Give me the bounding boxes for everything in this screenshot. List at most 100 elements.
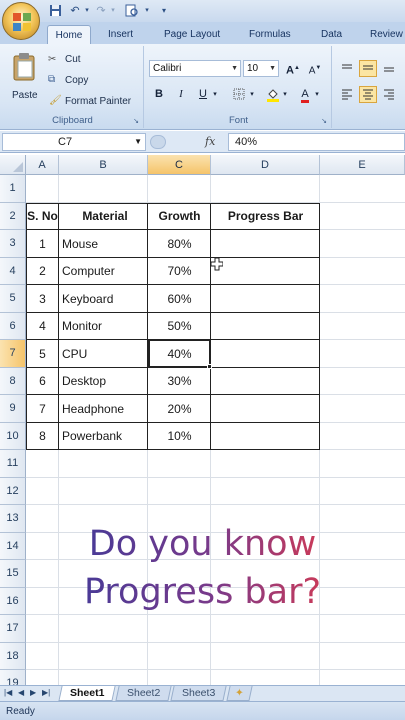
table-cell-material[interactable]: Monitor: [59, 313, 148, 341]
italic-button[interactable]: I: [172, 86, 190, 103]
row-header-12[interactable]: 12: [0, 477, 26, 505]
align-top-button[interactable]: [338, 60, 356, 77]
table-cell-progress-bar[interactable]: [211, 423, 320, 451]
table-cell-sno[interactable]: 1: [26, 230, 59, 258]
row-header-8[interactable]: 8: [0, 367, 26, 395]
tab-formulas[interactable]: Formulas: [243, 25, 297, 44]
column-header-d[interactable]: D: [211, 155, 320, 175]
row-header-9[interactable]: 9: [0, 395, 26, 423]
row-header-10[interactable]: 10: [0, 422, 26, 450]
first-sheet-icon[interactable]: |◀: [4, 688, 12, 697]
table-cell-progress-bar[interactable]: [211, 395, 320, 423]
column-header-c[interactable]: C: [148, 155, 211, 175]
borders-dropdown[interactable]: ▾: [247, 86, 257, 103]
sheet-tab-sheet3[interactable]: Sheet3: [170, 686, 227, 701]
row-header-17[interactable]: 17: [0, 615, 26, 643]
align-left-button[interactable]: [338, 86, 356, 103]
grow-font-button[interactable]: A▲: [284, 60, 302, 77]
table-cell-sno[interactable]: 2: [26, 258, 59, 286]
save-icon[interactable]: [48, 4, 62, 18]
tab-review[interactable]: Review: [364, 25, 405, 44]
table-header-material[interactable]: Material: [59, 203, 148, 231]
name-box[interactable]: C7 ▼: [2, 133, 146, 151]
table-cell-growth[interactable]: 70%: [148, 258, 211, 286]
formula-input[interactable]: 40%: [228, 133, 405, 151]
table-cell-material[interactable]: Mouse: [59, 230, 148, 258]
table-cell-growth[interactable]: 10%: [148, 423, 211, 451]
table-cell-material[interactable]: Headphone: [59, 395, 148, 423]
align-middle-button[interactable]: [359, 60, 377, 77]
tab-home[interactable]: Home: [47, 25, 91, 44]
sheet-tab-sheet1[interactable]: Sheet1: [58, 686, 117, 701]
table-cell-progress-bar[interactable]: [211, 313, 320, 341]
table-cell-progress-bar[interactable]: [211, 340, 320, 368]
table-cell-sno[interactable]: 3: [26, 285, 59, 313]
bold-button[interactable]: B: [150, 86, 168, 103]
undo-dropdown-icon[interactable]: ▾: [80, 4, 94, 18]
table-cell-progress-bar[interactable]: [211, 230, 320, 258]
clipboard-dialog-launcher-icon[interactable]: ↘: [133, 117, 139, 125]
table-header-progress-bar[interactable]: Progress Bar: [211, 203, 320, 231]
fill-color-dropdown[interactable]: ▾: [280, 86, 290, 103]
paste-button[interactable]: Paste: [8, 50, 40, 110]
redo-dropdown-icon[interactable]: ▾: [106, 4, 120, 18]
align-right-button[interactable]: [380, 86, 398, 103]
table-cell-progress-bar[interactable]: [211, 368, 320, 396]
table-cell-growth[interactable]: 30%: [148, 368, 211, 396]
insert-function-icon[interactable]: fx: [205, 135, 215, 148]
tab-insert[interactable]: Insert: [102, 25, 139, 44]
table-cell-material[interactable]: Desktop: [59, 368, 148, 396]
table-cell-material[interactable]: CPU: [59, 340, 148, 368]
row-header-5[interactable]: 5: [0, 285, 26, 313]
cut-button[interactable]: ✂ Cut: [48, 54, 128, 68]
row-header-7[interactable]: 7: [0, 340, 26, 368]
print-preview-dropdown-icon[interactable]: ▾: [140, 4, 154, 18]
font-size-select[interactable]: 10 ▼: [243, 60, 279, 77]
underline-dropdown[interactable]: ▾: [210, 86, 220, 103]
row-header-18[interactable]: 18: [0, 642, 26, 670]
align-center-button[interactable]: [359, 86, 377, 103]
next-sheet-icon[interactable]: ▶: [30, 688, 36, 697]
fill-handle[interactable]: [207, 364, 212, 369]
table-cell-sno[interactable]: 7: [26, 395, 59, 423]
align-bottom-button[interactable]: [380, 60, 398, 77]
insert-sheet-button[interactable]: ✦: [226, 686, 253, 701]
row-header-4[interactable]: 4: [0, 257, 26, 285]
table-cell-progress-bar[interactable]: [211, 285, 320, 313]
row-header-2[interactable]: 2: [0, 202, 26, 230]
row-header-1[interactable]: 1: [0, 175, 26, 203]
table-cell-sno[interactable]: 6: [26, 368, 59, 396]
table-cell-growth[interactable]: 60%: [148, 285, 211, 313]
row-header-3[interactable]: 3: [0, 230, 26, 258]
column-header-b[interactable]: B: [59, 155, 148, 175]
last-sheet-icon[interactable]: ▶|: [42, 688, 50, 697]
office-button[interactable]: [2, 2, 40, 40]
tab-data[interactable]: Data: [315, 25, 348, 44]
table-cell-material[interactable]: Powerbank: [59, 423, 148, 451]
font-dialog-launcher-icon[interactable]: ↘: [321, 117, 327, 125]
table-cell-growth[interactable]: 20%: [148, 395, 211, 423]
row-header-11[interactable]: 11: [0, 450, 26, 478]
sheet-tab-sheet2[interactable]: Sheet2: [115, 686, 172, 701]
copy-button[interactable]: ⧉ Copy: [48, 74, 128, 89]
table-cell-growth[interactable]: 80%: [148, 230, 211, 258]
table-cell-material[interactable]: Keyboard: [59, 285, 148, 313]
table-cell-material[interactable]: Computer: [59, 258, 148, 286]
table-header-growth[interactable]: Growth: [148, 203, 211, 231]
row-header-19[interactable]: 19: [0, 670, 26, 685]
table-cell-sno[interactable]: 4: [26, 313, 59, 341]
tab-page-layout[interactable]: Page Layout: [158, 25, 226, 44]
formula-bar-splitter[interactable]: [150, 135, 166, 149]
column-header-a[interactable]: A: [26, 155, 59, 175]
print-preview-icon[interactable]: [124, 4, 138, 18]
column-header-e[interactable]: E: [320, 155, 405, 175]
table-cell-sno[interactable]: 5: [26, 340, 59, 368]
table-cell-progress-bar[interactable]: [211, 258, 320, 286]
shrink-font-button[interactable]: A▼: [306, 60, 324, 77]
customize-icon[interactable]: ▾: [157, 4, 171, 18]
font-color-dropdown[interactable]: ▾: [312, 86, 322, 103]
row-header-6[interactable]: 6: [0, 312, 26, 340]
prev-sheet-icon[interactable]: ◀: [18, 688, 24, 697]
font-name-select[interactable]: Calibri ▼: [149, 60, 241, 77]
table-cell-sno[interactable]: 8: [26, 423, 59, 451]
